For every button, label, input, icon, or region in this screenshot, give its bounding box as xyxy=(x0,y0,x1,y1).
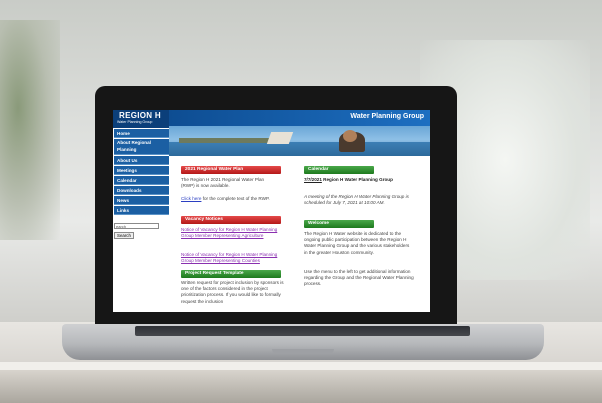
background-plant xyxy=(0,20,60,240)
banner-pier xyxy=(266,132,294,144)
project-text: Written request for project inclusion by… xyxy=(181,280,284,304)
calendar-event: 7/7/2021 Region H Water Planning Group xyxy=(304,177,419,183)
laptop-screen: REGION H Water Planning Group Water Plan… xyxy=(113,110,430,312)
laptop-notch xyxy=(272,349,334,354)
header-banner-photo xyxy=(169,126,430,156)
plan-text: The Region H 2021 Regional Water Plan (R… xyxy=(181,177,271,189)
banner-shore xyxy=(179,138,269,143)
search-button[interactable]: Search xyxy=(114,232,134,239)
calendar-event-title: Region H Water Planning Group xyxy=(321,177,393,182)
table-front xyxy=(0,370,602,403)
plan-link-paragraph: Click here for the complete text of the … xyxy=(181,196,281,202)
nav-item-about-us[interactable]: About Us xyxy=(114,156,169,165)
plan-text-1: The Region H 2021 Regional Water Plan (R… xyxy=(181,177,265,189)
logo-title: REGION H xyxy=(119,111,161,120)
banner-face xyxy=(343,130,357,142)
calendar-event-detail: A meeting of the Region H Water Planning… xyxy=(304,194,409,206)
welcome-text-2: Use the menu to the left to get addition… xyxy=(304,269,414,287)
vacancy-item: Notice of Vacancy for Region H Water Pla… xyxy=(181,252,281,264)
search-input[interactable]: earch xyxy=(114,223,159,229)
nav-item-links[interactable]: Links xyxy=(114,206,169,215)
nav-item-calendar[interactable]: Calendar xyxy=(114,176,169,185)
site-title: Water Planning Group xyxy=(350,113,424,120)
nav-item-meetings[interactable]: Meetings xyxy=(114,166,169,175)
plan-header: 2021 Regional Water Plan xyxy=(181,166,281,174)
calendar-date-link[interactable]: 7/7/2021 xyxy=(304,177,322,182)
sidebar-nav: Home About Regional Planning About Us Me… xyxy=(113,128,169,312)
nav-item-home[interactable]: Home xyxy=(114,129,169,138)
vacancy-link-agriculture[interactable]: Notice of Vacancy for Region H Water Pla… xyxy=(181,227,277,238)
nav-item-downloads[interactable]: Downloads xyxy=(114,186,169,195)
vacancy-header: Vacancy Notices xyxy=(181,216,281,224)
vacancy-link-counties[interactable]: Notice of Vacancy for Region H Water Pla… xyxy=(181,252,277,263)
calendar-header: Calendar xyxy=(304,166,374,174)
site-logo[interactable]: REGION H Water Planning Group xyxy=(113,110,169,128)
logo-subtitle: Water Planning Group xyxy=(117,120,153,124)
welcome-header: Welcome xyxy=(304,220,374,228)
vacancy-item: Notice of Vacancy for Region H Water Pla… xyxy=(181,227,281,239)
nav-item-news[interactable]: News xyxy=(114,196,169,205)
project-header: Project Request Template xyxy=(181,270,281,278)
nav-item-about-regional-planning[interactable]: About Regional Planning xyxy=(114,139,169,155)
plan-text-2: for the complete text of the RWP. xyxy=(201,196,270,201)
table-edge xyxy=(0,362,602,370)
plan-click-here-link[interactable]: Click here xyxy=(181,196,201,201)
title-bar: Water Planning Group xyxy=(169,110,430,126)
banner-water xyxy=(169,142,430,156)
welcome-text-1: The Region H Water website is dedicated … xyxy=(304,231,410,255)
laptop-keyboard xyxy=(135,326,470,336)
